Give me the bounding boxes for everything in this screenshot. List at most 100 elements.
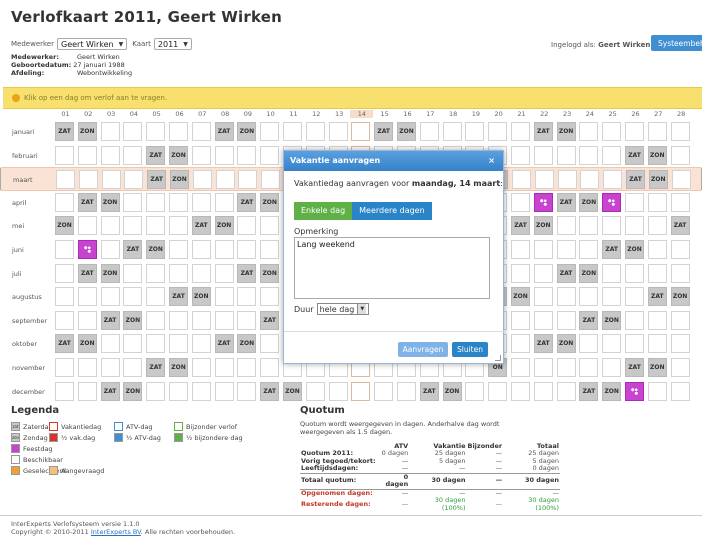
day-cell[interactable] [169, 216, 188, 236]
day-cell[interactable] [533, 358, 553, 377]
day-cell[interactable] [625, 334, 644, 354]
day-cell[interactable] [169, 240, 188, 259]
day-cell[interactable] [260, 334, 280, 354]
day-cell[interactable] [533, 263, 553, 283]
day-cell[interactable] [579, 122, 599, 141]
day-cell[interactable] [55, 240, 74, 259]
close-icon[interactable]: × [488, 156, 495, 165]
day-cell[interactable] [557, 170, 577, 190]
day-cell[interactable] [146, 334, 166, 354]
day-cell[interactable] [191, 263, 211, 283]
day-cell[interactable] [191, 358, 211, 377]
day-cell[interactable] [146, 310, 166, 330]
day-cell[interactable] [214, 381, 234, 401]
day-cell[interactable] [602, 358, 622, 377]
day-cell[interactable] [260, 216, 280, 236]
day-cell[interactable] [602, 263, 622, 283]
day-cell[interactable] [511, 122, 530, 141]
day-cell[interactable] [261, 170, 281, 190]
day-cell[interactable] [77, 358, 97, 377]
day-cell[interactable] [625, 122, 644, 141]
day-cell[interactable] [55, 287, 74, 307]
day-cell[interactable] [100, 216, 120, 236]
day-cell[interactable] [123, 145, 143, 165]
day-cell[interactable] [191, 381, 211, 401]
day-cell[interactable] [123, 334, 143, 354]
day-cell[interactable] [191, 192, 211, 212]
day-cell[interactable] [442, 122, 462, 141]
day-cell[interactable] [101, 170, 121, 190]
duration-select[interactable]: hele dag ▼ [316, 303, 370, 315]
day-cell[interactable] [169, 192, 188, 212]
day-cell[interactable] [305, 122, 325, 141]
day-cell[interactable] [169, 334, 188, 354]
company-link[interactable]: InterExperts BV [91, 528, 141, 536]
resize-handle[interactable] [495, 355, 501, 361]
day-cell[interactable] [533, 145, 553, 165]
day-cell[interactable] [556, 145, 576, 165]
day-cell[interactable] [55, 310, 74, 330]
day-cell[interactable] [146, 287, 166, 307]
day-cell[interactable] [237, 310, 257, 330]
day-cell[interactable] [100, 334, 120, 354]
day-cell[interactable] [237, 240, 257, 259]
day-cell[interactable] [647, 192, 667, 212]
day-cell[interactable] [603, 170, 623, 190]
day-cell[interactable] [123, 358, 143, 377]
close-dialog-button[interactable]: Sluiten [452, 342, 488, 357]
day-cell[interactable] [556, 240, 576, 259]
day-cell[interactable] [602, 216, 622, 236]
day-cell[interactable] [579, 287, 599, 307]
day-cell[interactable] [511, 310, 530, 330]
day-cell[interactable] [419, 122, 439, 141]
day-cell[interactable] [579, 334, 599, 354]
day-cell[interactable] [100, 358, 120, 377]
day-cell[interactable] [556, 310, 576, 330]
day-cell[interactable] [647, 240, 667, 259]
day-cell[interactable] [100, 287, 120, 307]
day-cell[interactable] [77, 310, 97, 330]
remark-textarea[interactable]: Lang weekend [294, 237, 490, 299]
day-cell[interactable] [169, 310, 188, 330]
day-cell[interactable] [670, 145, 690, 165]
day-cell[interactable] [305, 381, 325, 401]
day-cell[interactable] [123, 122, 143, 141]
day-cell[interactable] [647, 310, 667, 330]
day-cell[interactable] [556, 287, 576, 307]
day-cell[interactable] [465, 122, 485, 141]
day-cell[interactable] [237, 145, 257, 165]
day-cell[interactable] [579, 145, 599, 165]
day-cell[interactable] [511, 145, 530, 165]
day-cell[interactable] [670, 240, 690, 259]
day-cell[interactable] [670, 263, 690, 283]
submit-request-button[interactable]: Aanvragen [398, 342, 448, 357]
day-cell[interactable] [374, 381, 394, 401]
day-cell[interactable] [260, 358, 280, 377]
day-cell[interactable] [579, 358, 599, 377]
day-cell[interactable] [55, 358, 74, 377]
day-cell[interactable] [55, 263, 74, 283]
day-cell[interactable] [77, 381, 97, 401]
day-cell[interactable] [465, 381, 485, 401]
day-cell[interactable] [647, 122, 667, 141]
day-cell[interactable] [55, 145, 74, 165]
day-cell[interactable] [533, 240, 553, 259]
day-cell[interactable] [625, 310, 644, 330]
day-cell[interactable] [100, 240, 120, 259]
day-cell[interactable] [328, 122, 348, 141]
day-cell[interactable] [55, 192, 74, 212]
day-cell[interactable] [556, 216, 576, 236]
day-cell[interactable] [214, 287, 234, 307]
day-cell[interactable] [124, 170, 144, 190]
day-cell[interactable] [191, 145, 211, 165]
system-admin-button[interactable]: Systeembeheer [651, 35, 702, 51]
day-cell[interactable] [488, 122, 508, 141]
day-cell[interactable] [191, 240, 211, 259]
tab-single-day[interactable]: Enkele dag [294, 202, 353, 220]
day-cell[interactable] [260, 145, 280, 165]
day-cell[interactable] [237, 358, 257, 377]
day-cell[interactable] [214, 358, 234, 377]
day-cell[interactable] [260, 240, 280, 259]
tab-multiple-days[interactable]: Meerdere dagen [352, 202, 432, 220]
day-cell[interactable] [169, 263, 188, 283]
